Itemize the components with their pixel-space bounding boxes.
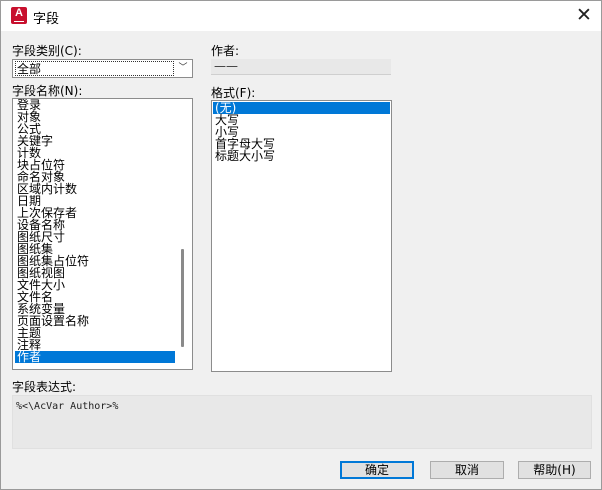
help-button[interactable]: 帮助(H) — [518, 461, 591, 479]
field-category-label: 字段类别(C): — [12, 44, 82, 58]
ok-button[interactable]: 确定 — [340, 461, 414, 479]
cancel-button[interactable]: 取消 — [430, 461, 504, 479]
format-list[interactable]: (无) 大写 小写 首字母大写 标题大小写 — [211, 100, 392, 372]
title-bar: A 字段 ✕ — [1, 1, 601, 31]
autocad-app-icon: A — [11, 7, 27, 24]
dialog-title: 字段 — [33, 12, 60, 27]
author-label: 作者: — [211, 44, 240, 58]
field-expression-label: 字段表达式: — [12, 380, 77, 394]
close-button[interactable]: ✕ — [567, 1, 601, 31]
format-label: 格式(F): — [211, 86, 256, 100]
field-dialog: A 字段 ✕ 字段类别(C): 全部 ﹀ 字段名称(N): 登录 对象 公式 关… — [0, 0, 602, 490]
author-value: —— — [211, 59, 391, 75]
chevron-down-icon[interactable]: ﹀ — [174, 60, 192, 77]
field-names-list[interactable]: 登录 对象 公式 关键字 计数 块占位符 命名对象 区域内计数 日期 上次保存者… — [12, 98, 193, 370]
list-item-selected[interactable]: 作者 — [15, 351, 175, 363]
field-names-label: 字段名称(N): — [12, 84, 83, 98]
field-category-dropdown[interactable]: 全部 ﹀ — [12, 59, 193, 78]
field-expression-box[interactable]: %<\AcVar Author>% — [12, 395, 592, 449]
list-item[interactable]: 标题大小写 — [213, 150, 390, 162]
field-category-value: 全部 — [15, 61, 174, 76]
list-item[interactable]: 大写 — [213, 114, 390, 126]
list-item-selected[interactable]: (无) — [213, 102, 390, 114]
list-scrollbar-thumb[interactable] — [181, 249, 184, 347]
